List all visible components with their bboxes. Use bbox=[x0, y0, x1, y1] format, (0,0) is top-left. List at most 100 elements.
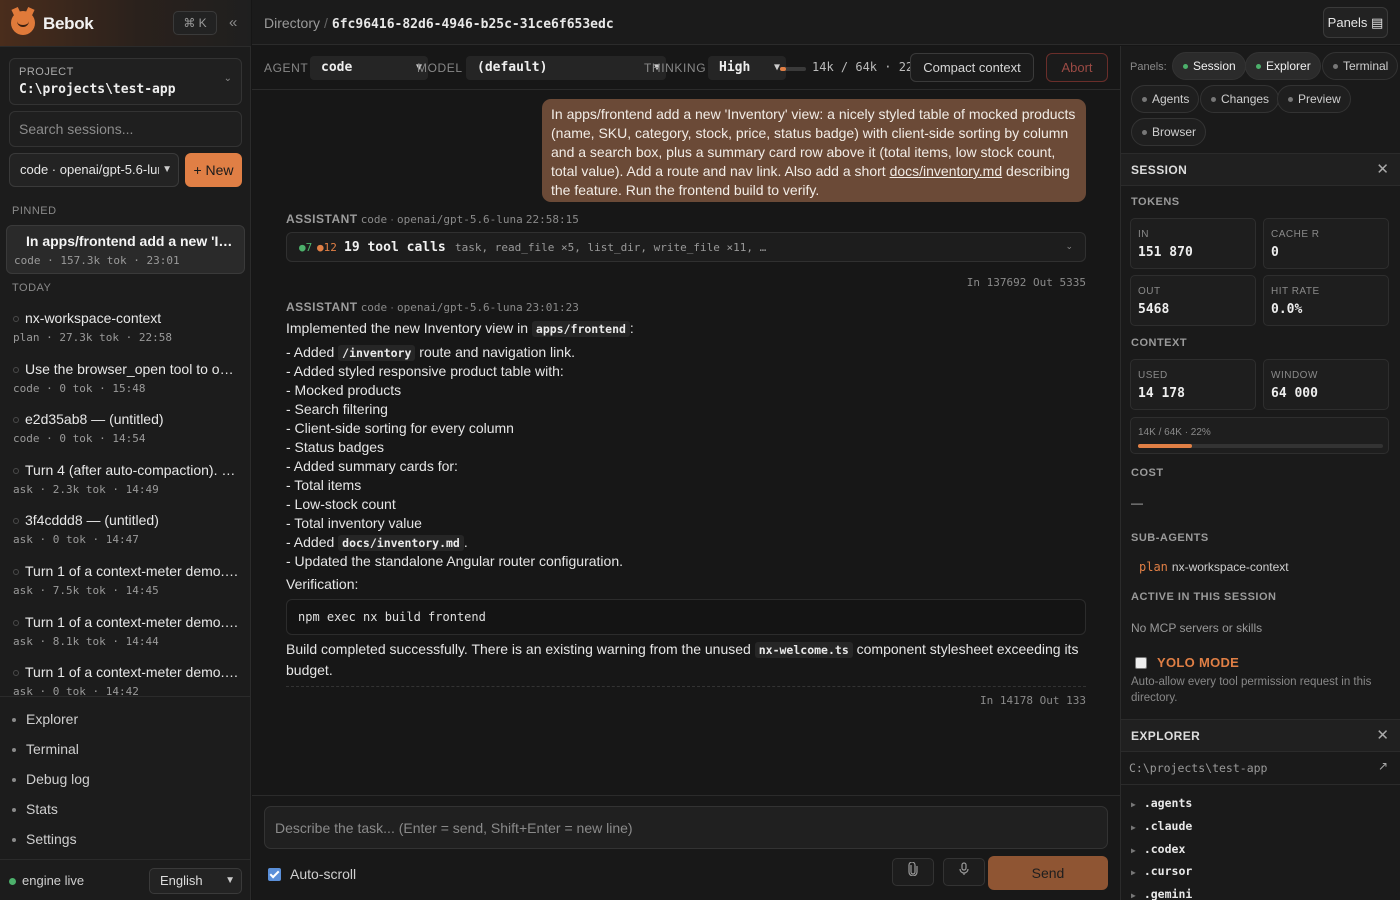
context-bar-track bbox=[1138, 444, 1383, 448]
session-item[interactable]: nx-workspace-context plan · 27.3k tok · … bbox=[6, 303, 245, 352]
agent-model-select[interactable]: code · openai/gpt-5.6-luna ▼ bbox=[9, 153, 179, 187]
paperclip-icon bbox=[908, 861, 918, 877]
assistant-agent: code bbox=[360, 301, 388, 314]
session-id: 6fc96416-82d6-4946-b25c-31ce6f653edc bbox=[331, 17, 614, 32]
tree-folder[interactable]: ▶ .agents bbox=[1131, 796, 1192, 810]
tree-folder[interactable]: ▶ .claude bbox=[1131, 819, 1192, 833]
breadcrumb-directory[interactable]: Directory bbox=[264, 15, 320, 31]
folder-name: .cursor bbox=[1143, 864, 1193, 878]
model-select[interactable]: (default) ▼ bbox=[466, 56, 666, 80]
project-path: C:\projects\test-app bbox=[19, 82, 176, 97]
microphone-button[interactable] bbox=[943, 858, 985, 886]
tree-folder[interactable]: ▶ .codex bbox=[1131, 842, 1185, 856]
subagent-item[interactable]: plan nx-workspace-context bbox=[1139, 560, 1289, 574]
tree-folder[interactable]: ▶ .gemini bbox=[1131, 887, 1192, 900]
send-button[interactable]: Send bbox=[988, 856, 1108, 890]
stat-value: 0.0% bbox=[1271, 302, 1303, 317]
chat-transcript[interactable]: In apps/frontend add a new 'Inventory' v… bbox=[252, 90, 1120, 795]
assistant-header: ASSISTANT code · openai/gpt-5.6-luna 23:… bbox=[286, 300, 579, 314]
chip-terminal[interactable]: Terminal bbox=[1322, 52, 1399, 80]
thinking-label: THINKING bbox=[644, 61, 707, 75]
thinking-select[interactable]: High ▼ bbox=[708, 56, 786, 80]
nav-explorer[interactable]: Explorer bbox=[12, 711, 78, 727]
yolo-description: Auto-allow every tool permission request… bbox=[1131, 676, 1372, 704]
session-item[interactable]: 3f4cddd8 — (untitled) ask · 0 tok · 14:4… bbox=[6, 505, 245, 554]
message-line: - Client-side sorting for every column bbox=[286, 420, 514, 436]
session-item[interactable]: Use the browser_open tool to ope... code… bbox=[6, 354, 245, 403]
bullet-icon bbox=[12, 748, 16, 753]
session-item[interactable]: Turn 4 (after auto-compaction). R... ask… bbox=[6, 455, 245, 504]
nav-stats[interactable]: Stats bbox=[12, 801, 58, 817]
folder-name: .agents bbox=[1143, 796, 1193, 810]
nav-settings[interactable]: Settings bbox=[12, 831, 77, 847]
explorer-pane-title: EXPLORER bbox=[1131, 729, 1201, 743]
chip-agents[interactable]: Agents bbox=[1131, 85, 1200, 113]
command-palette-button[interactable]: ⌘ K bbox=[173, 11, 217, 35]
tokens-label: TOKENS bbox=[1131, 196, 1180, 208]
stat-key: HIT RATE bbox=[1271, 286, 1320, 297]
session-item-pinned[interactable]: In apps/frontend add a new 'Inven... cod… bbox=[6, 225, 245, 274]
message-text: - Added bbox=[286, 534, 339, 550]
open-external-icon[interactable]: ↗ bbox=[1378, 759, 1388, 773]
collapse-sidebar-icon[interactable]: « bbox=[229, 14, 237, 31]
breadcrumb-separator: / bbox=[324, 15, 328, 31]
tree-folder[interactable]: ▶ .cursor bbox=[1131, 864, 1192, 878]
attach-button[interactable] bbox=[892, 858, 934, 886]
chip-explorer[interactable]: Explorer bbox=[1245, 52, 1321, 80]
context-bar-fill bbox=[1138, 444, 1192, 448]
chip-preview[interactable]: Preview bbox=[1277, 85, 1351, 113]
top-bar: Directory/6fc96416-82d6-4946-b25c-31ce6f… bbox=[252, 0, 1400, 45]
session-title: Turn 1 of a context-meter demo. R... bbox=[25, 614, 239, 630]
panels-button[interactable]: Panels ▤ bbox=[1323, 7, 1388, 38]
assistant-agent: code bbox=[360, 213, 388, 226]
session-status-icon bbox=[13, 316, 19, 322]
session-status-icon bbox=[13, 670, 19, 676]
chip-browser[interactable]: Browser bbox=[1131, 118, 1207, 146]
session-item[interactable]: Turn 1 of a context-meter demo. R... ask… bbox=[6, 607, 245, 656]
auto-scroll-label: Auto-scroll bbox=[290, 866, 357, 882]
session-status-icon bbox=[13, 620, 19, 626]
close-icon[interactable]: ✕ bbox=[1376, 160, 1389, 178]
assistant-model: openai/gpt-5.6-luna bbox=[396, 213, 523, 226]
session-item[interactable]: Turn 1 of a context-meter demo. R... ask… bbox=[6, 657, 245, 696]
project-selector[interactable]: PROJECT C:\projects\test-app ⌄ bbox=[9, 58, 242, 105]
new-session-button[interactable]: + New bbox=[185, 153, 242, 187]
chip-session[interactable]: Session bbox=[1172, 52, 1246, 80]
user-message-line: total value). Add a route and nav link. … bbox=[551, 162, 1077, 181]
task-input[interactable] bbox=[264, 806, 1108, 849]
search-sessions-input[interactable] bbox=[9, 111, 242, 147]
subagent-kind: plan bbox=[1139, 560, 1168, 574]
auto-scroll-toggle[interactable]: Auto-scroll bbox=[268, 866, 356, 882]
brand-bar: Bebok ⌘ K « bbox=[0, 0, 251, 47]
code-block[interactable]: npm exec nx build frontend bbox=[286, 599, 1086, 635]
bullet-icon bbox=[12, 838, 16, 843]
agent-select[interactable]: code ▼ bbox=[310, 56, 428, 80]
cost-label: COST bbox=[1131, 467, 1164, 479]
control-bar: AGENT code ▼ MODEL (default) ▼ THINKING Hi… bbox=[252, 46, 1120, 90]
message-line: - Mocked products bbox=[286, 382, 402, 398]
agent-label: AGENT bbox=[264, 61, 309, 75]
yolo-mode-toggle[interactable]: YOLO MODE bbox=[1135, 655, 1239, 670]
context-meter-text: 14k / 64k · 22% bbox=[812, 60, 921, 74]
language-select[interactable]: English ▼ bbox=[149, 868, 242, 894]
session-item[interactable]: Turn 1 of a context-meter demo. R... ask… bbox=[6, 556, 245, 605]
status-dot-icon bbox=[9, 878, 16, 885]
thinking-value: High bbox=[719, 60, 751, 75]
session-status-icon bbox=[13, 417, 19, 423]
chip-changes[interactable]: Changes bbox=[1200, 85, 1280, 113]
session-item[interactable]: e2d35ab8 — (untitled) code · 0 tok · 14:… bbox=[6, 404, 245, 453]
session-meta: ask · 0 tok · 14:47 bbox=[13, 533, 139, 546]
tool-calls-summary[interactable]: ●7 ●12 19 tool calls task, read_file ×5,… bbox=[286, 232, 1086, 262]
nav-terminal[interactable]: Terminal bbox=[12, 741, 79, 757]
nav-debug-log[interactable]: Debug log bbox=[12, 771, 90, 787]
turn1-token-usage: In 137692 Out 5335 bbox=[966, 276, 1086, 289]
explorer-path: C:\projects\test-app bbox=[1129, 761, 1268, 775]
message-text: Implemented the new Inventory view in bbox=[286, 320, 532, 336]
tool-calls-list: task, read_file ×5, list_dir, write_file… bbox=[455, 241, 767, 254]
abort-button[interactable]: Abort bbox=[1046, 53, 1108, 82]
docs-link[interactable]: docs/inventory.md bbox=[890, 163, 1003, 179]
compact-context-button[interactable]: Compact context bbox=[910, 53, 1034, 82]
user-message: In apps/frontend add a new 'Inventory' v… bbox=[542, 99, 1086, 202]
close-icon[interactable]: ✕ bbox=[1376, 726, 1389, 744]
message-text: - Added bbox=[286, 344, 339, 360]
